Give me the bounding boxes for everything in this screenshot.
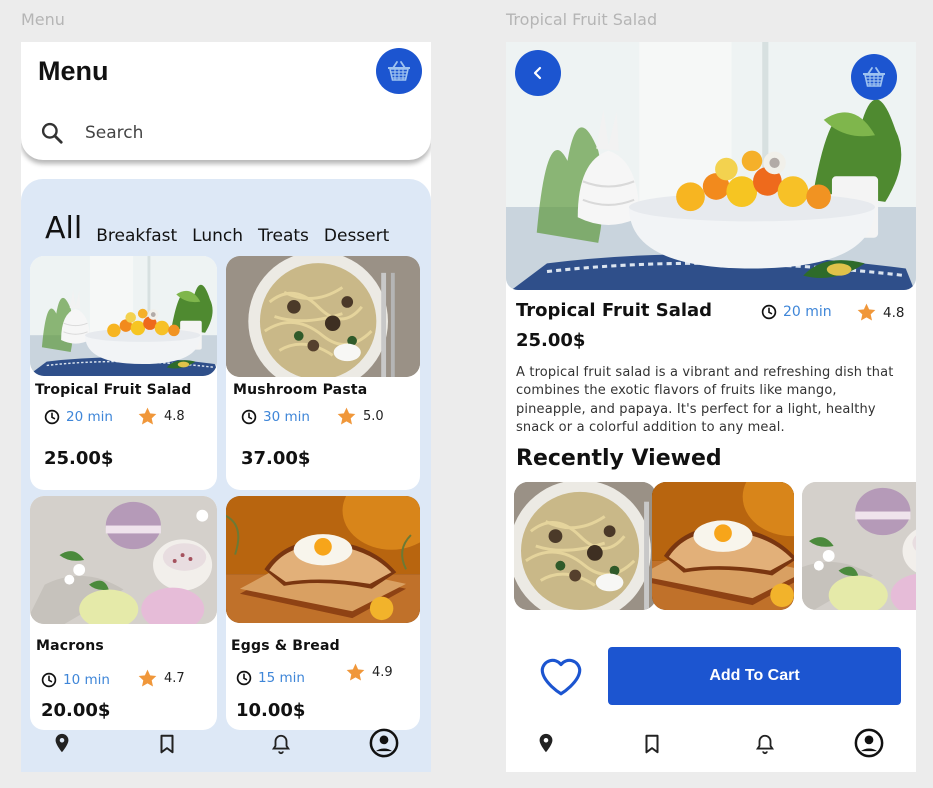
prep-time: 20 min xyxy=(44,409,113,425)
tab-breakfast[interactable]: Breakfast xyxy=(96,226,177,246)
tab-all[interactable]: All xyxy=(45,212,82,246)
nav-profile[interactable] xyxy=(854,728,884,758)
nav-profile[interactable] xyxy=(369,728,399,758)
profile-icon xyxy=(369,728,399,758)
tab-dessert[interactable]: Dessert xyxy=(324,226,389,246)
rating: 4.8 xyxy=(137,406,185,427)
food-price: 20.00$ xyxy=(41,700,111,721)
detail-title: Tropical Fruit Salad xyxy=(516,300,713,321)
food-image xyxy=(30,256,217,376)
prep-time-value: 30 min xyxy=(263,409,310,425)
bell-icon xyxy=(271,734,291,755)
heart-icon xyxy=(540,658,582,696)
prep-time: 10 min xyxy=(41,672,110,688)
back-button[interactable] xyxy=(515,50,561,96)
star-icon xyxy=(137,406,158,427)
basket-icon xyxy=(384,56,414,86)
prep-time-value: 15 min xyxy=(258,670,305,686)
prep-time-value: 20 min xyxy=(66,409,113,425)
clock-icon xyxy=(236,670,252,686)
star-icon xyxy=(336,406,357,427)
star-icon xyxy=(137,668,158,689)
food-card[interactable]: Macrons 10 min 4.7 20.00$ xyxy=(30,496,217,730)
bottom-nav xyxy=(21,728,431,772)
rating-value: 5.0 xyxy=(363,409,384,424)
prep-time: 20 min xyxy=(761,304,832,320)
food-card[interactable]: Eggs & Bread 15 min 4.9 10.00$ xyxy=(226,496,420,730)
frame-label-detail: Tropical Fruit Salad xyxy=(506,10,658,29)
profile-icon xyxy=(854,728,884,758)
star-icon xyxy=(345,662,366,683)
bottom-nav xyxy=(506,728,916,772)
food-image xyxy=(30,496,217,624)
food-name: Mushroom Pasta xyxy=(233,382,368,398)
nav-notifications[interactable] xyxy=(266,729,296,759)
food-card[interactable]: Tropical Fruit Salad 20 min 4.8 25.00$ xyxy=(30,256,217,490)
rating: 5.0 xyxy=(336,406,384,427)
menu-screen: Menu All Breakfast Lunch Treats Dessert … xyxy=(21,42,431,772)
category-tabs: All Breakfast Lunch Treats Dessert xyxy=(45,212,404,247)
cart-button[interactable] xyxy=(376,48,422,94)
prep-time: 15 min xyxy=(236,670,305,686)
search-bar[interactable] xyxy=(39,118,419,148)
food-name: Macrons xyxy=(36,638,104,654)
detail-screen: Tropical Fruit Salad 20 min 4.8 25.00$ A… xyxy=(506,42,916,772)
search-input[interactable] xyxy=(85,123,385,143)
nav-notifications[interactable] xyxy=(750,729,780,759)
rating: 4.8 xyxy=(856,302,904,323)
food-card[interactable]: Mushroom Pasta 30 min 5.0 37.00$ xyxy=(226,256,420,490)
food-price: 25.00$ xyxy=(44,448,114,469)
location-icon xyxy=(55,733,69,753)
clock-icon xyxy=(241,409,257,425)
prep-time-value: 10 min xyxy=(63,672,110,688)
star-icon xyxy=(856,302,877,323)
rating-value: 4.8 xyxy=(883,304,905,321)
nav-bookmarks[interactable] xyxy=(637,729,667,759)
search-icon xyxy=(41,122,63,144)
favorite-button[interactable] xyxy=(536,652,586,698)
rating: 4.9 xyxy=(345,662,393,683)
recently-viewed-title: Recently Viewed xyxy=(516,446,722,471)
detail-price: 25.00$ xyxy=(516,330,586,351)
page-title: Menu xyxy=(38,56,109,86)
cart-button[interactable] xyxy=(851,54,897,100)
bookmark-icon xyxy=(645,734,659,754)
frame-label-menu: Menu xyxy=(21,10,65,29)
food-image xyxy=(226,496,420,623)
recent-item[interactable] xyxy=(514,482,656,610)
nav-location[interactable] xyxy=(47,728,77,758)
prep-time-value: 20 min xyxy=(783,304,832,320)
food-price: 10.00$ xyxy=(236,700,306,721)
bookmark-icon xyxy=(160,734,174,754)
recent-item[interactable] xyxy=(802,482,916,610)
detail-description: A tropical fruit salad is a vibrant and … xyxy=(516,365,894,435)
clock-icon xyxy=(761,304,777,320)
menu-header: Menu xyxy=(21,42,431,160)
food-price: 37.00$ xyxy=(241,448,311,469)
prep-time: 30 min xyxy=(241,409,310,425)
rating-value: 4.7 xyxy=(164,671,185,686)
add-to-cart-button[interactable]: Add To Cart xyxy=(608,647,901,705)
tab-lunch[interactable]: Lunch xyxy=(192,226,243,246)
food-name: Tropical Fruit Salad xyxy=(35,382,192,398)
tab-treats[interactable]: Treats xyxy=(258,226,309,246)
basket-icon xyxy=(859,62,889,92)
nav-location[interactable] xyxy=(531,728,561,758)
chevron-left-icon xyxy=(533,66,542,80)
clock-icon xyxy=(41,672,57,688)
location-icon xyxy=(539,733,553,753)
bell-icon xyxy=(755,734,775,755)
rating-value: 4.9 xyxy=(372,665,393,680)
food-image xyxy=(226,256,420,377)
clock-icon xyxy=(44,409,60,425)
rating: 4.7 xyxy=(137,668,185,689)
food-name: Eggs & Bread xyxy=(231,638,340,654)
recent-item[interactable] xyxy=(652,482,794,610)
nav-bookmarks[interactable] xyxy=(152,729,182,759)
rating-value: 4.8 xyxy=(164,409,185,424)
